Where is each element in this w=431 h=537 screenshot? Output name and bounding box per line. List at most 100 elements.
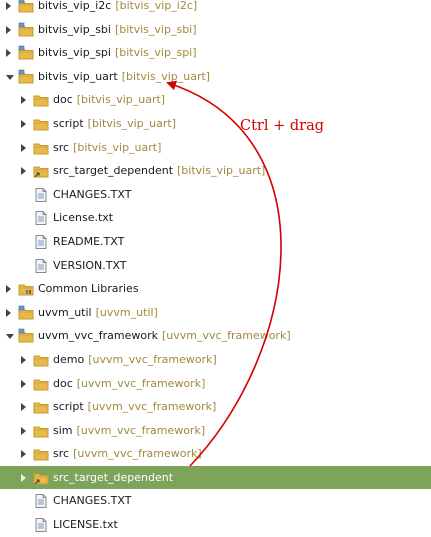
collapsed-arrow-icon[interactable] (21, 473, 26, 482)
tree-row-license-txt[interactable]: License.txt (0, 206, 431, 230)
tree-row-changes-txt[interactable]: CHANGES.TXT (0, 489, 431, 513)
text-file-icon (33, 234, 49, 250)
project-decoration: [bitvis_vip_uart] (76, 93, 166, 107)
project-decoration: [bitvis_vip_spi] (114, 46, 197, 60)
project-decoration: [bitvis_vip_uart] (121, 69, 211, 83)
item-name: doc (53, 93, 73, 107)
tree-item-label: LICENSE.txt (53, 513, 118, 537)
folder-icon (33, 140, 49, 156)
collapsed-arrow-icon[interactable] (21, 143, 26, 152)
tree-row-changes-txt[interactable]: CHANGES.TXT (0, 183, 431, 207)
project-folder-icon (18, 69, 34, 85)
project-explorer-tree: bitvis_vip_i2c [bitvis_vip_i2c] bitvis_vip… (0, 0, 431, 537)
tree-item-label: uvvm_vvc_framework [uvvm_vvc_framework] (38, 324, 291, 348)
item-name: uvvm_util (38, 305, 92, 319)
tree-row-src[interactable]: src [bitvis_vip_uart] (0, 136, 431, 160)
tree-row-sim[interactable]: sim [uvvm_vvc_framework] (0, 419, 431, 443)
tree-row-bitvis-vip-uart[interactable]: bitvis_vip_uart [bitvis_vip_uart] (0, 65, 431, 89)
item-name: script (53, 400, 84, 414)
tree-item-label: script [uvvm_vvc_framework] (53, 395, 216, 419)
tree-item-label: uvvm_util [uvvm_util] (38, 301, 158, 325)
tree-row-uvvm-vvc-framework[interactable]: uvvm_vvc_framework [uvvm_vvc_framework] (0, 324, 431, 348)
item-name: script (53, 116, 84, 130)
project-folder-icon (18, 328, 34, 344)
item-name: doc (53, 376, 73, 390)
tree-item-label: script [bitvis_vip_uart] (53, 112, 176, 136)
project-decoration: [uvvm_vvc_framework] (76, 376, 206, 390)
project-folder-icon (18, 22, 34, 38)
item-name: VERSION.TXT (53, 258, 127, 272)
item-name: Common Libraries (38, 282, 139, 296)
tree-row-src-target-dependent[interactable]: src_target_dependent [bitvis_vip_uart] (0, 159, 431, 183)
tree-item-label: src [bitvis_vip_uart] (53, 136, 161, 160)
item-name: CHANGES.TXT (53, 494, 132, 508)
item-name: src_target_dependent (53, 164, 174, 178)
tree-row-version-txt[interactable]: VERSION.TXT (0, 254, 431, 278)
project-decoration: [uvvm_vvc_framework] (87, 400, 217, 414)
tree-item-label: Common Libraries (38, 277, 139, 301)
collapsed-arrow-icon[interactable] (21, 426, 26, 435)
tree-item-label: VERSION.TXT (53, 254, 127, 278)
folder-icon (33, 423, 49, 439)
expanded-arrow-icon[interactable] (6, 334, 14, 340)
item-name: sim (53, 423, 73, 437)
folder-icon (33, 399, 49, 415)
project-decoration: [bitvis_vip_i2c] (115, 0, 198, 12)
tree-item-label: src [uvvm_vvc_framework] (53, 442, 202, 466)
tree-row-demo[interactable]: demo [uvvm_vvc_framework] (0, 348, 431, 372)
tree-row-doc[interactable]: doc [bitvis_vip_uart] (0, 88, 431, 112)
tree-row-readme-txt[interactable]: README.TXT (0, 230, 431, 254)
item-name: src_target_dependent (53, 470, 174, 484)
tree-row-bitvis-vip-sbi[interactable]: bitvis_vip_sbi [bitvis_vip_sbi] (0, 18, 431, 42)
tree-row-bitvis-vip-spi[interactable]: bitvis_vip_spi [bitvis_vip_spi] (0, 41, 431, 65)
project-decoration: [bitvis_vip_uart] (73, 140, 162, 154)
tree-row-common-libraries[interactable]: Common Libraries (0, 277, 431, 301)
project-decoration: [bitvis_vip_uart] (177, 164, 266, 178)
tree-row-bitvis-vip-i2c[interactable]: bitvis_vip_i2c [bitvis_vip_i2c] (0, 0, 431, 18)
collapsed-arrow-icon[interactable] (21, 96, 26, 105)
collapsed-arrow-icon[interactable] (6, 2, 11, 10)
collapsed-arrow-icon[interactable] (21, 119, 26, 128)
collapsed-arrow-icon[interactable] (21, 403, 26, 412)
tree-row-license-txt[interactable]: LICENSE.txt (0, 513, 431, 537)
tree-row-src[interactable]: src [uvvm_vvc_framework] (0, 442, 431, 466)
collapsed-arrow-icon[interactable] (6, 25, 11, 34)
item-name: License.txt (53, 211, 114, 225)
tree-row-script[interactable]: script [uvvm_vvc_framework] (0, 395, 431, 419)
folder-icon (33, 376, 49, 392)
collapsed-arrow-icon[interactable] (21, 167, 26, 176)
tree-row-src-target-dependent[interactable]: src_target_dependent (0, 465, 431, 490)
project-decoration: [uvvm_vvc_framework] (162, 329, 291, 343)
folder-icon (33, 92, 49, 108)
project-decoration: [bitvis_vip_sbi] (114, 22, 197, 36)
tree-row-script[interactable]: script [bitvis_vip_uart] (0, 112, 431, 136)
project-folder-icon (18, 305, 34, 321)
linked-folder-icon (33, 470, 49, 486)
project-decoration: [uvvm_vvc_framework] (76, 423, 206, 437)
item-name: uvvm_vvc_framework (38, 329, 159, 343)
item-name: LICENSE.txt (53, 518, 118, 532)
project-decoration: [uvvm_util] (95, 305, 158, 319)
item-name: README.TXT (53, 234, 125, 248)
text-file-icon (33, 493, 49, 509)
collapsed-arrow-icon[interactable] (6, 285, 11, 294)
project-decoration: [uvvm_vvc_framework] (73, 447, 202, 461)
tree-item-label: CHANGES.TXT (53, 183, 131, 207)
item-name: demo (53, 352, 85, 366)
item-name: bitvis_vip_i2c (38, 0, 112, 12)
expanded-arrow-icon[interactable] (6, 74, 14, 80)
item-name: bitvis_vip_sbi (38, 22, 111, 36)
project-decoration: [uvvm_vvc_framework] (88, 352, 217, 366)
tree-item-label: demo [uvvm_vvc_framework] (53, 348, 217, 372)
collapsed-arrow-icon[interactable] (6, 49, 11, 58)
item-name: CHANGES.TXT (53, 187, 132, 201)
tree-row-uvvm-util[interactable]: uvvm_util [uvvm_util] (0, 301, 431, 325)
collapsed-arrow-icon[interactable] (21, 355, 26, 364)
collapsed-arrow-icon[interactable] (21, 450, 26, 459)
tree-row-doc[interactable]: doc [uvvm_vvc_framework] (0, 372, 431, 396)
item-name: src (53, 447, 70, 461)
project-decoration: [bitvis_vip_uart] (87, 116, 176, 130)
linked-folder-icon (33, 163, 49, 179)
collapsed-arrow-icon[interactable] (21, 379, 26, 388)
collapsed-arrow-icon[interactable] (6, 308, 11, 317)
